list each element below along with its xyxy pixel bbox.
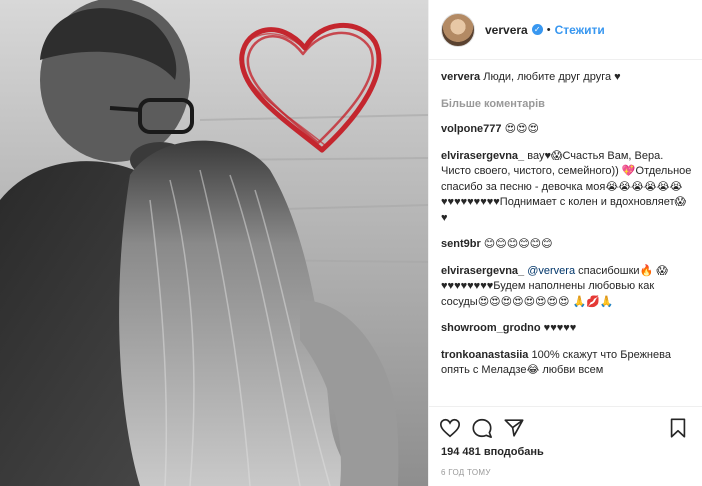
comment-item: volpone777 😍😍😍 xyxy=(441,122,692,138)
comment-text: 😍😍😍 xyxy=(501,123,539,135)
separator-dot: • xyxy=(546,23,551,36)
comment-text: ♥♥♥♥♥ xyxy=(540,322,577,334)
photo-illustration xyxy=(0,0,428,486)
comment-username[interactable]: volpone777 xyxy=(441,123,502,135)
comment-username[interactable]: showroom_grodno xyxy=(441,322,541,334)
caption-text: Люди, любите друг друга ♥ xyxy=(483,71,621,83)
comment-username[interactable]: tronkoanastasiia xyxy=(441,349,528,361)
comment-item: elvirasergevna_ @ververa спасибошки🔥 😱♥♥… xyxy=(441,264,692,311)
verified-badge-icon: ✓ xyxy=(531,24,543,35)
caption-username[interactable]: ververa xyxy=(441,71,480,83)
comments-list[interactable]: ververa Люди, любите друг друга ♥ Більше… xyxy=(441,70,692,402)
likes-count[interactable]: 194 481 вподобань xyxy=(441,446,544,458)
comment-mention-link[interactable]: @ververa xyxy=(527,265,575,277)
comment-username[interactable]: elvirasergevna_ xyxy=(441,265,524,277)
comment-username[interactable]: sent9br xyxy=(441,238,481,250)
comment-username[interactable]: elvirasergevna_ xyxy=(441,150,524,162)
post-photo[interactable] xyxy=(0,0,428,486)
action-bar xyxy=(429,406,702,446)
avatar[interactable] xyxy=(441,12,475,47)
comment-item: tronkoanastasiia 100% скажут что Брежнев… xyxy=(441,348,692,379)
load-more-comments-button[interactable]: Більше коментарів xyxy=(441,97,692,113)
header-username[interactable]: ververa xyxy=(485,23,528,37)
comment-item: elvirasergevna_ вау♥😱Счастья Вам, Вера. … xyxy=(441,149,692,227)
comment-item: showroom_grodno ♥♥♥♥♥ xyxy=(441,321,692,337)
caption: ververa Люди, любите друг друга ♥ xyxy=(441,70,692,86)
comment-item: sent9br 😊😊😊😊😊😊 xyxy=(441,237,692,253)
heart-outline-icon[interactable] xyxy=(439,417,461,439)
post-header: ververa ✓ • Стежити xyxy=(429,0,702,60)
instagram-post: ververa ✓ • Стежити ververa Люди, любите… xyxy=(0,0,702,486)
speech-bubble-icon[interactable] xyxy=(471,417,493,439)
paper-plane-icon[interactable] xyxy=(503,417,525,439)
post-timestamp[interactable]: 6 ГОД ТОМУ xyxy=(441,468,491,477)
comment-text: 😊😊😊😊😊😊 xyxy=(480,238,553,250)
post-sidebar: ververa ✓ • Стежити ververa Люди, любите… xyxy=(428,0,702,486)
follow-button[interactable]: Стежити xyxy=(555,23,605,37)
bookmark-icon[interactable] xyxy=(667,417,689,439)
